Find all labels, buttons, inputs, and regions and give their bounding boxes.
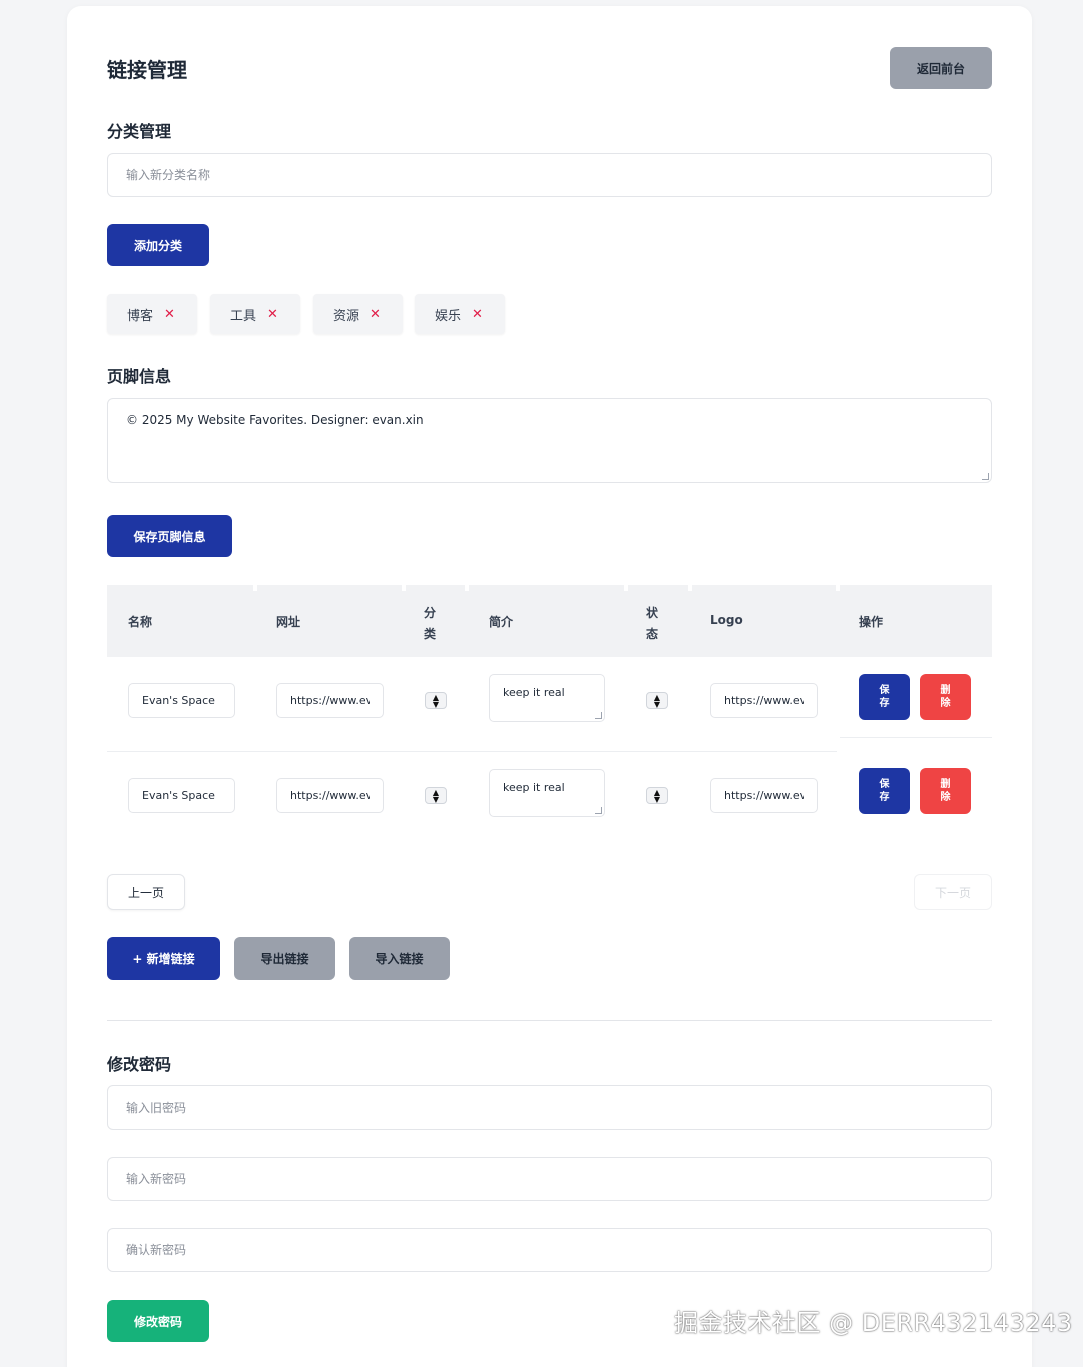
category-tag: 资源 ✕ <box>313 294 403 334</box>
category-tag-label: 博客 <box>127 308 154 324</box>
change-password-button[interactable]: 修改密码 <box>107 1300 209 1342</box>
save-row-label-line: 保 <box>879 685 890 696</box>
link-logo-input[interactable] <box>710 683 818 718</box>
header-divider <box>688 585 692 591</box>
delete-row-button[interactable]: 删除 <box>920 674 971 720</box>
link-name-input[interactable] <box>128 778 235 813</box>
header-divider <box>624 585 628 591</box>
save-row-label-line: 保 <box>879 779 890 790</box>
delete-row-label: 删除 <box>941 684 951 710</box>
page-title: 链接管理 <box>107 58 187 82</box>
header-divider <box>402 585 406 591</box>
new-password-input[interactable] <box>107 1157 992 1201</box>
category-select[interactable]: ▲ ▼ <box>425 787 447 804</box>
column-header-status-line: 态 <box>646 627 659 641</box>
link-desc-textarea[interactable]: keep it real <box>489 674 605 722</box>
add-category-button[interactable]: 添加分类 <box>107 224 209 266</box>
watermark: 掘金技术社区 @ DERR432143243 <box>674 1309 1073 1337</box>
header-divider <box>253 585 257 591</box>
column-header-status: 状 态 <box>646 604 658 642</box>
column-header-category: 分 类 <box>424 604 436 642</box>
select-down-icon: ▼ <box>432 794 440 804</box>
footer-section-title: 页脚信息 <box>107 367 172 386</box>
resize-grip-icon[interactable] <box>595 712 602 719</box>
category-tag-label: 资源 <box>333 308 360 324</box>
link-desc-text: keep it real <box>503 686 565 699</box>
resize-grip-icon[interactable] <box>982 473 989 480</box>
prev-page-button[interactable]: 上一页 <box>107 874 185 910</box>
link-desc-textarea[interactable]: keep it real <box>489 769 605 817</box>
back-to-front-button[interactable]: 返回前台 <box>890 47 992 89</box>
status-select[interactable]: ▲ ▼ <box>646 692 668 709</box>
status-select[interactable]: ▲ ▼ <box>646 787 668 804</box>
save-row-label: 保存 <box>880 778 890 804</box>
delete-row-label-line: 除 <box>940 792 951 803</box>
link-name-input[interactable] <box>128 683 235 718</box>
category-select[interactable]: ▲ ▼ <box>425 692 447 709</box>
resize-grip-icon[interactable] <box>595 807 602 814</box>
header-divider <box>465 585 469 591</box>
footer-info-text: © 2025 My Website Favorites. Designer: e… <box>126 413 424 427</box>
delete-row-label-line: 除 <box>940 698 951 709</box>
row-divider <box>107 751 837 752</box>
remove-category-icon[interactable]: ✕ <box>472 307 483 322</box>
header-divider <box>836 585 840 591</box>
select-down-icon: ▼ <box>653 794 661 804</box>
remove-category-icon[interactable]: ✕ <box>164 307 175 322</box>
delete-row-label: 删除 <box>941 778 951 804</box>
column-header-name: 名称 <box>128 615 153 629</box>
column-header-category-line: 分 <box>424 606 437 620</box>
next-page-button[interactable]: 下一页 <box>914 874 992 910</box>
footer-info-textarea[interactable]: © 2025 My Website Favorites. Designer: e… <box>107 398 992 483</box>
save-footer-button[interactable]: 保存页脚信息 <box>107 515 232 557</box>
add-link-button[interactable]: + 新增链接 <box>107 937 220 980</box>
column-header-desc: 简介 <box>489 615 514 629</box>
save-row-label-line: 存 <box>879 698 890 709</box>
confirm-password-input[interactable] <box>107 1228 992 1272</box>
save-row-label-line: 存 <box>879 792 890 803</box>
category-tag: 博客 ✕ <box>107 294 197 334</box>
password-section-title: 修改密码 <box>107 1055 172 1074</box>
category-tag: 工具 ✕ <box>210 294 300 334</box>
category-tag: 娱乐 ✕ <box>415 294 505 334</box>
delete-row-label-line: 删 <box>940 779 951 790</box>
row-divider <box>840 737 992 738</box>
category-section-title: 分类管理 <box>107 122 172 141</box>
remove-category-icon[interactable]: ✕ <box>267 307 278 322</box>
column-header-actions: 操作 <box>859 615 884 629</box>
remove-category-icon[interactable]: ✕ <box>370 307 381 322</box>
link-url-input[interactable] <box>276 683 384 718</box>
select-down-icon: ▼ <box>653 699 661 709</box>
column-header-category-line: 类 <box>424 627 437 641</box>
category-tag-label: 工具 <box>230 308 257 324</box>
link-desc-text: keep it real <box>503 781 565 794</box>
category-tag-label: 娱乐 <box>435 308 462 324</box>
link-url-input[interactable] <box>276 778 384 813</box>
column-header-status-line: 状 <box>646 606 659 620</box>
select-down-icon: ▼ <box>432 699 440 709</box>
save-row-button[interactable]: 保存 <box>859 768 910 814</box>
save-row-label: 保存 <box>880 684 890 710</box>
new-category-input[interactable] <box>107 153 992 197</box>
column-header-url: 网址 <box>276 615 301 629</box>
delete-row-button[interactable]: 删除 <box>920 768 971 814</box>
old-password-input[interactable] <box>107 1085 992 1130</box>
column-header-logo: Logo <box>710 613 743 627</box>
save-row-button[interactable]: 保存 <box>859 674 910 720</box>
delete-row-label-line: 删 <box>940 685 951 696</box>
section-divider <box>107 1020 992 1021</box>
import-links-button[interactable]: 导入链接 <box>349 937 450 980</box>
link-logo-input[interactable] <box>710 778 818 813</box>
export-links-button[interactable]: 导出链接 <box>234 937 335 980</box>
